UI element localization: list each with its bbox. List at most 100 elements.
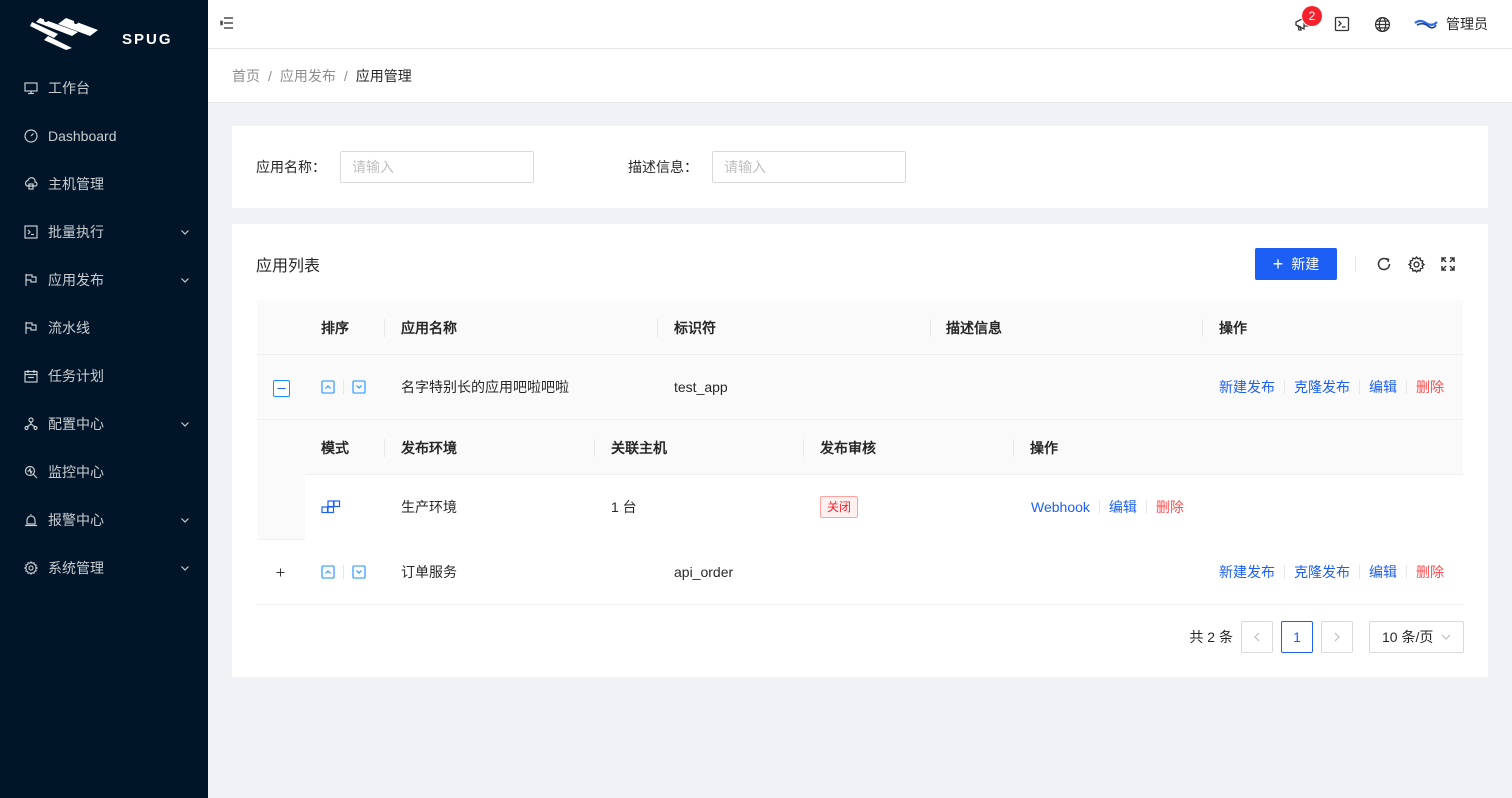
pagination: 共 2 条 1 10 条/页	[1189, 621, 1464, 653]
move-down-icon[interactable]	[352, 565, 366, 579]
collapse-row-button[interactable]	[273, 380, 290, 397]
action-separator	[1098, 500, 1100, 514]
next-page-button[interactable]	[1321, 621, 1353, 653]
page-size-select[interactable]: 10 条/页	[1369, 621, 1464, 653]
action-separator	[1284, 380, 1285, 394]
sort-separator	[343, 380, 344, 394]
edit-link[interactable]: 编辑	[1369, 377, 1397, 397]
col-separator	[1202, 319, 1203, 337]
new-release-link[interactable]: 新建发布	[1219, 562, 1275, 582]
schedule-icon	[24, 369, 38, 383]
sidebar-item-1[interactable]: Dashboard	[0, 112, 208, 160]
move-up-icon[interactable]	[321, 380, 335, 394]
clone-release-link[interactable]: 克隆发布	[1294, 377, 1350, 397]
action-separator	[1406, 565, 1407, 579]
action-separator	[1145, 500, 1147, 514]
col-separator	[930, 319, 931, 337]
sidebar-item-3[interactable]: 批量执行	[0, 208, 208, 256]
clone-release-link[interactable]: 克隆发布	[1294, 562, 1350, 582]
sidebar-item-7[interactable]: 配置中心	[0, 400, 208, 448]
user-name: 管理员	[1446, 16, 1488, 32]
code-icon	[24, 225, 38, 239]
language-button[interactable]	[1362, 0, 1402, 48]
terminal-button[interactable]	[1322, 0, 1362, 48]
app-key-cell: api_order	[674, 564, 734, 580]
avatar	[1414, 19, 1438, 29]
sidebar-item-6[interactable]: 任务计划	[0, 352, 208, 400]
action-separator	[1359, 565, 1360, 579]
build-icon	[321, 475, 341, 539]
top-header: 2 管理员	[208, 0, 1512, 49]
breadcrumb-separator: /	[343, 67, 348, 84]
desc-label: 描述信息：	[628, 159, 698, 175]
table-title: 应用列表	[256, 258, 321, 275]
env-review-cell: 关闭	[820, 475, 859, 539]
setting-icon	[1407, 255, 1425, 273]
new-app-button[interactable]: + 新建	[1255, 248, 1337, 280]
spug-logo-icon	[30, 18, 98, 50]
app-table-card: 应用列表 + 新建 排序 应用名称 标识符 描述信息 操作 名字特别长的应用吧啦…	[232, 224, 1488, 677]
review-status-tag: 关闭	[820, 496, 859, 518]
expand-row-button[interactable]	[273, 565, 290, 582]
terminal-icon	[1334, 16, 1350, 32]
sidebar-item-9[interactable]: 报警中心	[0, 496, 208, 544]
sort-separator	[343, 565, 344, 579]
monitor-icon	[24, 465, 38, 479]
sidebar: SPUG 工作台 Dashboard 主机管理 批量执行 应用发布流水线任务计划配置中心…	[0, 0, 208, 798]
plus-icon: +	[1272, 254, 1284, 274]
reload-button[interactable]	[1368, 248, 1400, 280]
page-1-button[interactable]: 1	[1281, 621, 1313, 653]
pagination-total: 共 2 条	[1189, 629, 1233, 645]
breadcrumb-home[interactable]: 首页	[232, 66, 260, 86]
col-key: 标识符	[674, 319, 716, 336]
chevron-down-icon	[1441, 634, 1451, 640]
col-env: 发布环境	[401, 439, 457, 456]
sidebar-item-label: 流水线	[48, 320, 90, 336]
col-separator	[657, 319, 658, 337]
fullscreen-button[interactable]	[1432, 248, 1464, 280]
sidebar-item-5[interactable]: 流水线	[0, 304, 208, 352]
menu-fold-icon[interactable]	[220, 16, 236, 32]
delete-link[interactable]: 删除	[1416, 562, 1444, 582]
env-hosts-cell: 1 台	[611, 499, 637, 515]
delete-link[interactable]: 删除	[1416, 377, 1444, 397]
setting-icon	[24, 561, 38, 575]
breadcrumb-deploy[interactable]: 应用发布	[280, 66, 336, 86]
sidebar-item-10[interactable]: 系统管理	[0, 544, 208, 592]
logo[interactable]: SPUG	[0, 0, 208, 64]
table-row: 订单服务 api_order 新建发布 克隆发布 编辑 删除	[257, 540, 1463, 605]
breadcrumb: 首页 / 应用发布 / 应用管理	[208, 49, 1512, 103]
sidebar-item-0[interactable]: 工作台	[0, 64, 208, 112]
flag-icon	[24, 273, 38, 287]
sidebar-item-2[interactable]: 主机管理	[0, 160, 208, 208]
prev-page-button[interactable]	[1241, 621, 1273, 653]
env-edit-link[interactable]: 编辑	[1109, 497, 1137, 517]
app-table: 排序 应用名称 标识符 描述信息 操作 名字特别长的应用吧啦吧啦 test_ap…	[257, 300, 1463, 605]
alert-icon	[24, 513, 38, 527]
app-name-field: 应用名称：	[256, 151, 534, 183]
col-app-name: 应用名称	[401, 319, 457, 336]
env-row: 生产环境 1 台 关闭 Webhook 编辑 删除	[305, 475, 1463, 540]
new-release-link[interactable]: 新建发布	[1219, 377, 1275, 397]
notification-button[interactable]: 2	[1282, 0, 1322, 48]
pipeline-icon	[24, 321, 38, 335]
webhook-link[interactable]: Webhook	[1031, 499, 1090, 515]
chevron-down-icon	[180, 515, 190, 525]
col-env-actions: 操作	[1030, 439, 1058, 456]
move-down-icon[interactable]	[352, 380, 366, 394]
desc-input[interactable]	[712, 151, 906, 183]
sidebar-item-label: 报警中心	[48, 512, 104, 528]
expanded-row: 模式 发布环境 关联主机 发布审核 操作 生产环境 1 台 关闭 Webhook…	[257, 420, 1463, 540]
column-setting-button[interactable]	[1400, 248, 1432, 280]
notification-badge: 2	[1302, 6, 1322, 26]
col-review: 发布审核	[820, 439, 876, 456]
search-form: 应用名称： 描述信息：	[232, 126, 1488, 208]
edit-link[interactable]: 编辑	[1369, 562, 1397, 582]
move-up-icon[interactable]	[321, 565, 335, 579]
sidebar-item-label: 任务计划	[48, 368, 104, 384]
env-delete-link[interactable]: 删除	[1156, 497, 1184, 517]
sidebar-item-8[interactable]: 监控中心	[0, 448, 208, 496]
app-name-input[interactable]	[340, 151, 534, 183]
sidebar-item-4[interactable]: 应用发布	[0, 256, 208, 304]
user-menu[interactable]: 管理员	[1402, 0, 1512, 48]
